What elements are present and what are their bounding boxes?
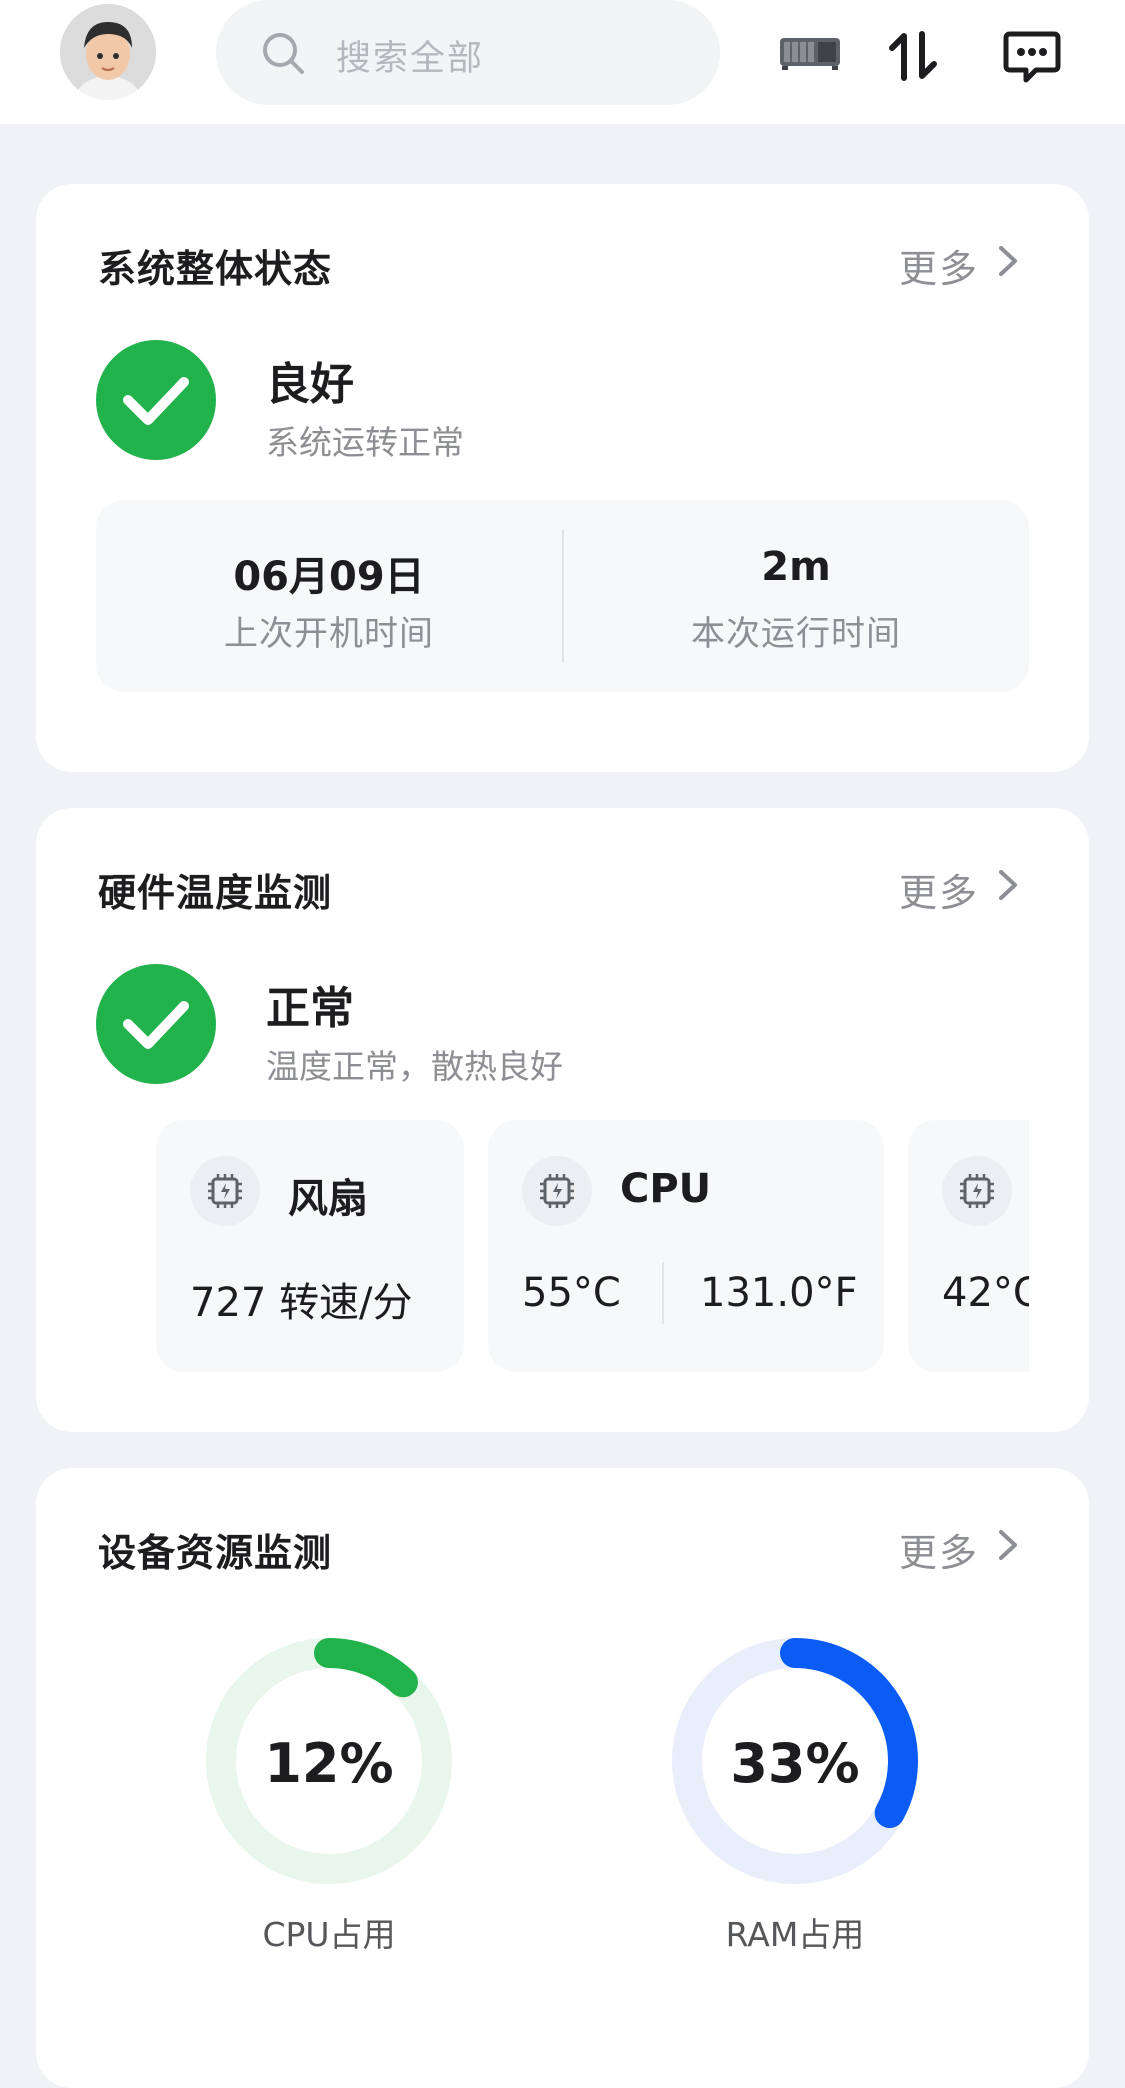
top-bar: 搜索全部 [0, 0, 1125, 124]
avatar-image [60, 4, 156, 100]
temperature-card: 硬件温度监测 更多 正常 温度正常，散热良好 风扇 727 转速/分 CPU 5… [36, 808, 1089, 1432]
system-status-card: 系统整体状态 更多 良好 系统运转正常 06月09日 上次开机时间 2m 本次运… [36, 184, 1089, 772]
status-description: 温度正常，散热良好 [266, 1047, 563, 1086]
search-icon [263, 33, 304, 74]
last-boot-value: 06月09日 [233, 554, 425, 600]
sensor-name: CPU [620, 1166, 712, 1212]
chip-icon [522, 1156, 592, 1226]
chip-icon [942, 1156, 1012, 1226]
sensor-card-disk[interactable]: 硬 42°C [908, 1120, 1029, 1372]
sensor-value-fahrenheit: 131.0°F [700, 1270, 858, 1316]
uptime: 2m 本次运行时间 [563, 500, 1029, 692]
sensor-value-celsius: 55°C [522, 1270, 621, 1316]
sensor-list[interactable]: 风扇 727 转速/分 CPU 55°C 131.0°F 硬 42°C [120, 1120, 1029, 1380]
sensor-name: 风扇 [288, 1176, 368, 1222]
search-bar[interactable]: 搜索全部 [216, 0, 720, 105]
cpu-gauge: 12% [204, 1636, 454, 1886]
check-circle-icon [96, 340, 216, 460]
more-link[interactable]: 更多 [899, 238, 979, 293]
more-link[interactable]: 更多 [899, 862, 979, 917]
status-description: 系统运转正常 [266, 423, 464, 462]
last-boot-label: 上次开机时间 [224, 614, 434, 654]
resource-card: 设备资源监测 更多 12% CPU占用 33% RAM占用 [36, 1468, 1089, 2088]
card-title: 系统整体状态 [98, 247, 333, 291]
status-label: 良好 [266, 359, 354, 410]
cpu-percent: 12% [264, 1732, 394, 1795]
chevron-right-icon[interactable] [991, 1524, 1025, 1566]
ram-usage-label: RAM占用 [725, 1915, 865, 1954]
search-placeholder: 搜索全部 [336, 39, 485, 79]
cpu-ring-progress [314, 1638, 418, 1698]
more-link[interactable]: 更多 [899, 1522, 979, 1577]
ram-gauge: 33% [670, 1636, 920, 1886]
chevron-right-icon[interactable] [991, 864, 1025, 906]
divider [662, 1262, 664, 1324]
sensor-card-cpu[interactable]: CPU 55°C 131.0°F [488, 1120, 884, 1372]
uptime-label: 本次运行时间 [691, 614, 901, 654]
ram-percent: 33% [730, 1732, 860, 1795]
transfer-icon[interactable] [882, 24, 946, 88]
user-avatar[interactable] [60, 4, 156, 100]
chip-icon [190, 1156, 260, 1226]
sensor-card-fan[interactable]: 风扇 727 转速/分 [156, 1120, 464, 1372]
chevron-right-icon[interactable] [991, 240, 1025, 282]
sensor-value: 727 转速/分 [190, 1280, 413, 1326]
uptime-value: 2m [761, 544, 831, 590]
system-info-box: 06月09日 上次开机时间 2m 本次运行时间 [96, 500, 1029, 692]
card-title: 设备资源监测 [98, 1531, 333, 1575]
card-title: 硬件温度监测 [98, 871, 333, 915]
check-circle-icon [96, 964, 216, 1084]
status-label: 正常 [266, 983, 354, 1034]
last-boot: 06月09日 上次开机时间 [96, 500, 562, 692]
message-icon[interactable] [1000, 24, 1064, 88]
nas-device-icon[interactable] [778, 32, 842, 72]
sensor-value-celsius: 42°C [942, 1270, 1029, 1316]
cpu-usage-label: CPU占用 [262, 1915, 396, 1954]
